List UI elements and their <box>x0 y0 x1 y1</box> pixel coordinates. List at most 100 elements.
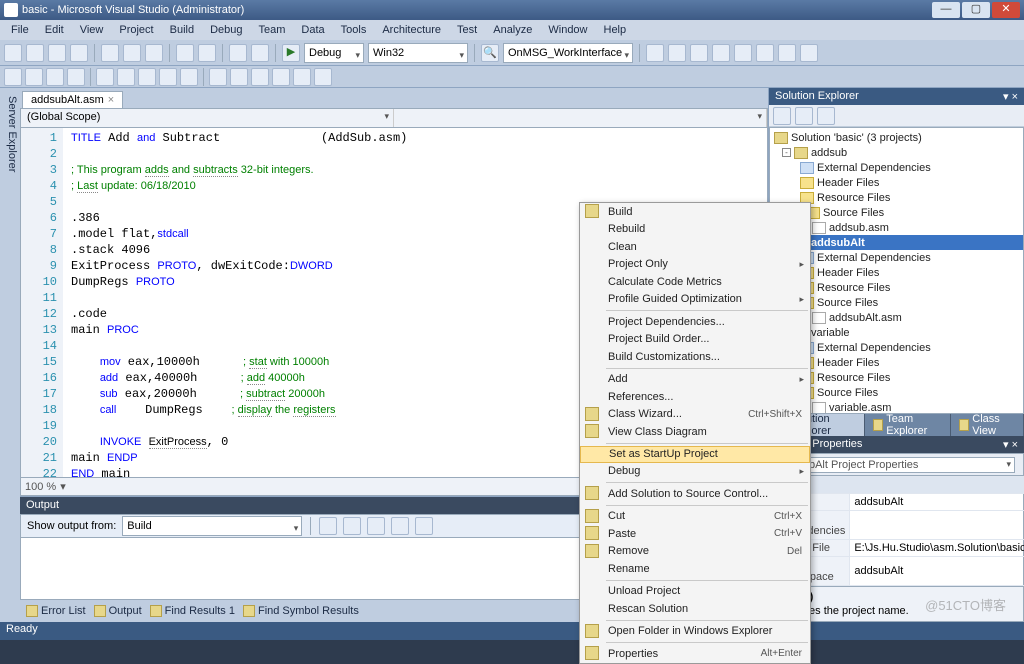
menu-team[interactable]: Team <box>252 22 293 38</box>
tree-folder[interactable]: Resource Files <box>817 372 890 384</box>
project-addsub[interactable]: addsub <box>811 147 847 159</box>
tb-extra-6[interactable] <box>756 44 774 62</box>
sol-tb-2[interactable] <box>795 107 813 125</box>
pin-icon[interactable]: ▾ <box>1003 91 1009 103</box>
zoom-dropdown-icon[interactable]: ▾ <box>60 480 66 493</box>
sol-tb-3[interactable] <box>817 107 835 125</box>
ctx-properties[interactable]: PropertiesAlt+Enter <box>580 645 810 663</box>
output-btn-5[interactable] <box>415 517 433 535</box>
redo-button[interactable] <box>198 44 216 62</box>
ctx-project-build-order-[interactable]: Project Build Order... <box>580 331 810 349</box>
ctx-rescan-solution[interactable]: Rescan Solution <box>580 600 810 618</box>
close-icon[interactable]: × <box>108 94 114 106</box>
bottom-tab-find-results-1[interactable]: Find Results 1 <box>150 605 235 617</box>
save-button[interactable] <box>48 44 66 62</box>
close-button[interactable]: ✕ <box>992 2 1020 18</box>
prop-val[interactable]: addsubAlt <box>850 557 1024 586</box>
nav-fwd-button[interactable] <box>251 44 269 62</box>
tree-file[interactable]: addsub.asm <box>829 222 889 234</box>
tree-folder[interactable]: Header Files <box>817 177 879 189</box>
tree-folder[interactable]: Resource Files <box>817 192 890 204</box>
tb-extra-1[interactable] <box>646 44 664 62</box>
tree-folder[interactable]: External Dependencies <box>817 162 931 174</box>
copy-button[interactable] <box>123 44 141 62</box>
tree-folder[interactable]: Source Files <box>817 387 878 399</box>
close-icon[interactable]: × <box>1012 91 1018 103</box>
tree-folder[interactable]: External Dependencies <box>817 342 931 354</box>
ctx-class-wizard-[interactable]: Class Wizard...Ctrl+Shift+X <box>580 406 810 424</box>
menu-window[interactable]: Window <box>541 22 594 38</box>
prop-val[interactable]: addsubAlt <box>850 494 1024 511</box>
undo-button[interactable] <box>176 44 194 62</box>
ctx-build-customizations-[interactable]: Build Customizations... <box>580 348 810 366</box>
ctx-calculate-code-metrics[interactable]: Calculate Code Metrics <box>580 273 810 291</box>
tb-extra-3[interactable] <box>690 44 708 62</box>
sol-tb-1[interactable] <box>773 107 791 125</box>
ctx-cut[interactable]: CutCtrl+X <box>580 508 810 526</box>
save-all-button[interactable] <box>70 44 88 62</box>
tb-extra-2[interactable] <box>668 44 686 62</box>
tb2-2[interactable] <box>25 68 43 86</box>
tb2-12[interactable] <box>251 68 269 86</box>
tree-folder[interactable]: Resource Files <box>817 282 890 294</box>
tree-file[interactable]: addsubAlt.asm <box>829 312 902 324</box>
open-button[interactable] <box>26 44 44 62</box>
tb2-15[interactable] <box>314 68 332 86</box>
prop-val[interactable]: E:\Js.Hu.Studio\asm.Solution\basic\ <box>850 540 1024 557</box>
tb2-1[interactable] <box>4 68 22 86</box>
ctx-rebuild[interactable]: Rebuild <box>580 221 810 239</box>
minimize-button[interactable]: — <box>932 2 960 18</box>
output-btn-4[interactable] <box>391 517 409 535</box>
tb2-8[interactable] <box>159 68 177 86</box>
tree-folder[interactable]: Header Files <box>817 357 879 369</box>
nav-back-button[interactable] <box>229 44 247 62</box>
output-source-combo[interactable]: Build <box>122 516 302 536</box>
output-btn-2[interactable] <box>343 517 361 535</box>
tb-extra-7[interactable] <box>778 44 796 62</box>
tb2-5[interactable] <box>96 68 114 86</box>
ctx-references-[interactable]: References... <box>580 388 810 406</box>
ctx-add-solution-to-source-control-[interactable]: Add Solution to Source Control... <box>580 485 810 503</box>
tb2-14[interactable] <box>293 68 311 86</box>
output-btn-3[interactable] <box>367 517 385 535</box>
menu-edit[interactable]: Edit <box>38 22 71 38</box>
ctx-view-class-diagram[interactable]: View Class Diagram <box>580 423 810 441</box>
ctx-paste[interactable]: PasteCtrl+V <box>580 525 810 543</box>
menu-build[interactable]: Build <box>163 22 201 38</box>
expand-icon[interactable]: - <box>782 148 791 157</box>
tb-extra-4[interactable] <box>712 44 730 62</box>
server-explorer-tab[interactable]: Server Explorer <box>4 92 20 622</box>
ctx-add[interactable]: Add <box>580 371 810 389</box>
tb2-11[interactable] <box>230 68 248 86</box>
doc-tab-addsubalt[interactable]: addsubAlt.asm × <box>22 91 123 108</box>
output-btn-1[interactable] <box>319 517 337 535</box>
ctx-rename[interactable]: Rename <box>580 560 810 578</box>
tb2-4[interactable] <box>67 68 85 86</box>
menu-debug[interactable]: Debug <box>203 22 249 38</box>
ctx-set-as-startup-project[interactable]: Set as StartUp Project <box>580 446 810 463</box>
menu-help[interactable]: Help <box>597 22 634 38</box>
menu-view[interactable]: View <box>73 22 111 38</box>
ctx-clean[interactable]: Clean <box>580 238 810 256</box>
menu-data[interactable]: Data <box>294 22 331 38</box>
menu-architecture[interactable]: Architecture <box>375 22 448 38</box>
member-combo[interactable] <box>394 109 767 127</box>
prop-val[interactable] <box>850 511 1024 540</box>
config-combo[interactable]: Debug <box>304 43 364 63</box>
project-addsubalt[interactable]: addsubAlt <box>811 237 865 249</box>
maximize-button[interactable]: ▢ <box>962 2 990 18</box>
tab-class-view[interactable]: Class View <box>951 414 1024 436</box>
find-combo[interactable]: OnMSG_WorkInterface <box>503 43 633 63</box>
ctx-remove[interactable]: RemoveDel <box>580 543 810 561</box>
ctx-project-dependencies-[interactable]: Project Dependencies... <box>580 313 810 331</box>
tb2-7[interactable] <box>138 68 156 86</box>
menu-tools[interactable]: Tools <box>334 22 374 38</box>
ctx-debug[interactable]: Debug <box>580 463 810 481</box>
bottom-tab-error-list[interactable]: Error List <box>26 605 86 617</box>
menu-analyze[interactable]: Analyze <box>486 22 539 38</box>
tree-folder[interactable]: Source Files <box>817 297 878 309</box>
tb2-10[interactable] <box>209 68 227 86</box>
paste-button[interactable] <box>145 44 163 62</box>
bottom-tab-find-symbol-results[interactable]: Find Symbol Results <box>243 605 359 617</box>
tab-team-explorer[interactable]: Team Explorer <box>865 414 951 436</box>
